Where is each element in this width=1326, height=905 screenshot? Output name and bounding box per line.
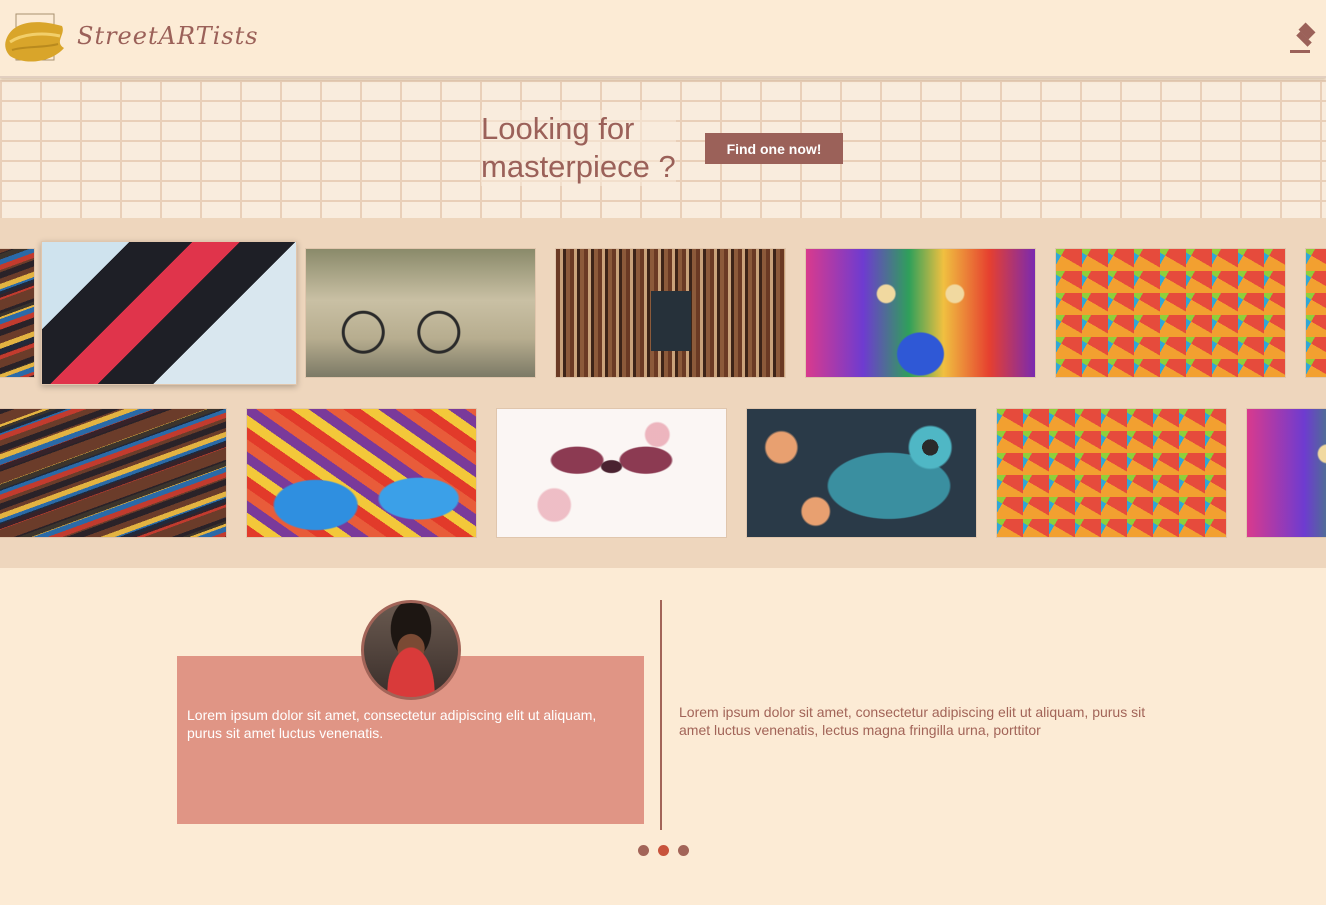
gallery-item-fish[interactable] <box>746 408 977 538</box>
hero-title: Looking for masterpiece ? <box>481 110 676 186</box>
carousel-dot-1[interactable] <box>638 845 649 856</box>
find-one-now-button[interactable]: Find one now! <box>705 133 843 164</box>
carousel-dots <box>636 845 696 857</box>
gallery-item-graffiti[interactable] <box>246 408 477 538</box>
gallery-item-bicycle-mural[interactable] <box>305 248 536 378</box>
carousel-dot-2[interactable] <box>658 845 669 856</box>
logo-icon[interactable] <box>4 12 68 68</box>
gallery-item-moth[interactable] <box>496 408 727 538</box>
brand-name[interactable]: StreetARTists <box>77 22 259 50</box>
testimonial-quote: Lorem ipsum dolor sit amet, consectetur … <box>679 704 1146 738</box>
carousel-dot-3[interactable] <box>678 845 689 856</box>
gallery-item-book-wall[interactable] <box>555 248 786 378</box>
vertical-divider <box>660 600 662 830</box>
gallery-item-painted-face-2[interactable] <box>1246 408 1326 538</box>
hero-banner: Looking for masterpiece ? Find one now! <box>0 80 1326 218</box>
gallery-item-paint-brushes-2[interactable] <box>0 408 227 538</box>
gavel-icon[interactable] <box>1288 22 1322 56</box>
testimonial-card-text: Lorem ipsum dolor sit amet, consectetur … <box>187 707 597 741</box>
artwork-gallery <box>0 218 1326 568</box>
site-header: StreetARTists <box>0 0 1326 78</box>
gallery-item-striped-wall[interactable] <box>41 241 297 385</box>
gallery-item-mosaic[interactable] <box>1055 248 1286 378</box>
gallery-item-partial[interactable] <box>1305 248 1326 378</box>
gallery-item-painted-face[interactable] <box>805 248 1036 378</box>
avatar <box>361 600 461 700</box>
gallery-item-paint-brushes[interactable] <box>0 248 35 378</box>
gallery-item-mosaic-2[interactable] <box>996 408 1227 538</box>
